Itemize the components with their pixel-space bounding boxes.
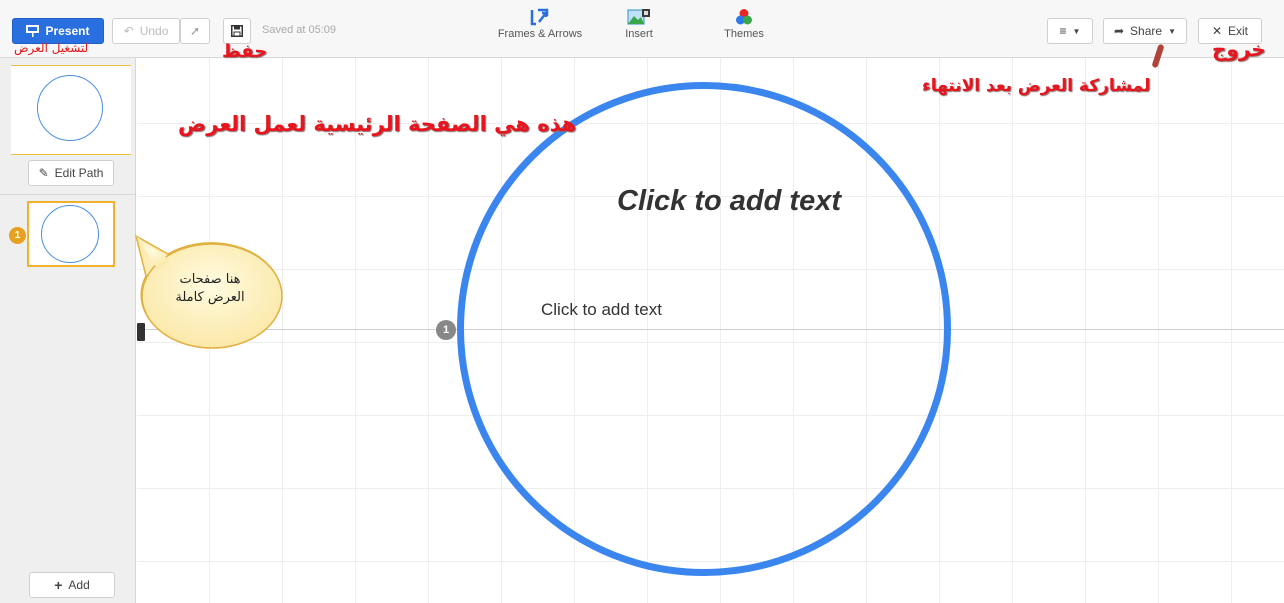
redo-icon: ➚ <box>189 24 201 38</box>
annotation-present: لتشغيل العرض <box>14 41 89 55</box>
annotation-exit: خروج <box>1212 37 1266 61</box>
saved-status: Saved at 05:09 <box>262 24 337 36</box>
annotation-main-page: هذه هي الصفحة الرئيسية لعمل العرض <box>178 112 577 136</box>
edit-path-label: Edit Path <box>54 166 104 180</box>
add-label: Add <box>68 578 90 592</box>
overview-circle <box>37 75 103 141</box>
callout-text: هنا صفحات العرض كاملة <box>150 271 270 307</box>
path-number-badge: 1 <box>436 320 456 340</box>
exit-label: Exit <box>1228 24 1249 38</box>
slide-number-badge: 1 <box>9 227 26 244</box>
undo-label: Undo <box>139 24 169 38</box>
present-label: Present <box>45 24 90 38</box>
chevron-down-icon: ▼ <box>1168 26 1176 36</box>
insert-image-icon <box>627 9 650 25</box>
top-toolbar: Present ↶ Undo ➚ Saved at 05:09 Frames &… <box>0 0 1284 58</box>
themes-tool[interactable]: Themes <box>722 6 766 40</box>
save-icon <box>231 25 243 37</box>
callout-line-1: هنا صفحات <box>179 272 241 287</box>
annotation-share: لمشاركة العرض بعد الانتهاء <box>922 76 1151 96</box>
undo-icon: ↶ <box>123 24 134 38</box>
pencil-icon: ✎ <box>38 166 49 180</box>
share-icon: ➦ <box>1113 24 1125 38</box>
insert-tool[interactable]: Insert <box>616 6 662 40</box>
annotation-save: حفظ <box>222 41 268 62</box>
chevron-down-icon: ▼ <box>1072 26 1081 36</box>
circle-frame[interactable] <box>457 82 951 576</box>
edit-path-button[interactable]: ✎ Edit Path <box>28 160 114 186</box>
frames-arrows-icon <box>530 8 549 26</box>
themes-icon <box>736 9 752 25</box>
themes-label: Themes <box>724 28 764 40</box>
menu-button[interactable]: ≡ ▼ <box>1047 18 1093 44</box>
plus-icon: + <box>54 577 63 593</box>
slides-sidebar: ✎ Edit Path 1 + Add <box>0 58 136 603</box>
insert-label: Insert <box>625 28 653 40</box>
redo-button[interactable]: ➚ <box>180 18 210 44</box>
editing-canvas[interactable]: Click to add text Click to add text 1 <box>137 58 1284 603</box>
slide-thumbnail-circle <box>41 205 99 263</box>
share-label: Share <box>1130 24 1163 38</box>
body-placeholder[interactable]: Click to add text <box>541 300 662 320</box>
share-button[interactable]: ➦ Share ▼ <box>1103 18 1187 44</box>
frames-arrows-tool[interactable]: Frames & Arrows <box>496 6 584 40</box>
frames-arrows-label: Frames & Arrows <box>497 28 583 40</box>
slide-thumbnail[interactable] <box>27 201 115 267</box>
callout-line-2: العرض كاملة <box>175 290 245 305</box>
add-button[interactable]: + Add <box>29 572 115 598</box>
hamburger-menu-icon: ≡ <box>1059 24 1067 38</box>
title-placeholder[interactable]: Click to add text <box>574 185 884 218</box>
presentation-icon <box>26 25 40 37</box>
close-icon: ✕ <box>1211 24 1223 38</box>
undo-button[interactable]: ↶ Undo <box>112 18 180 44</box>
overview-thumbnail[interactable] <box>11 65 131 155</box>
sidebar-divider <box>0 194 136 195</box>
